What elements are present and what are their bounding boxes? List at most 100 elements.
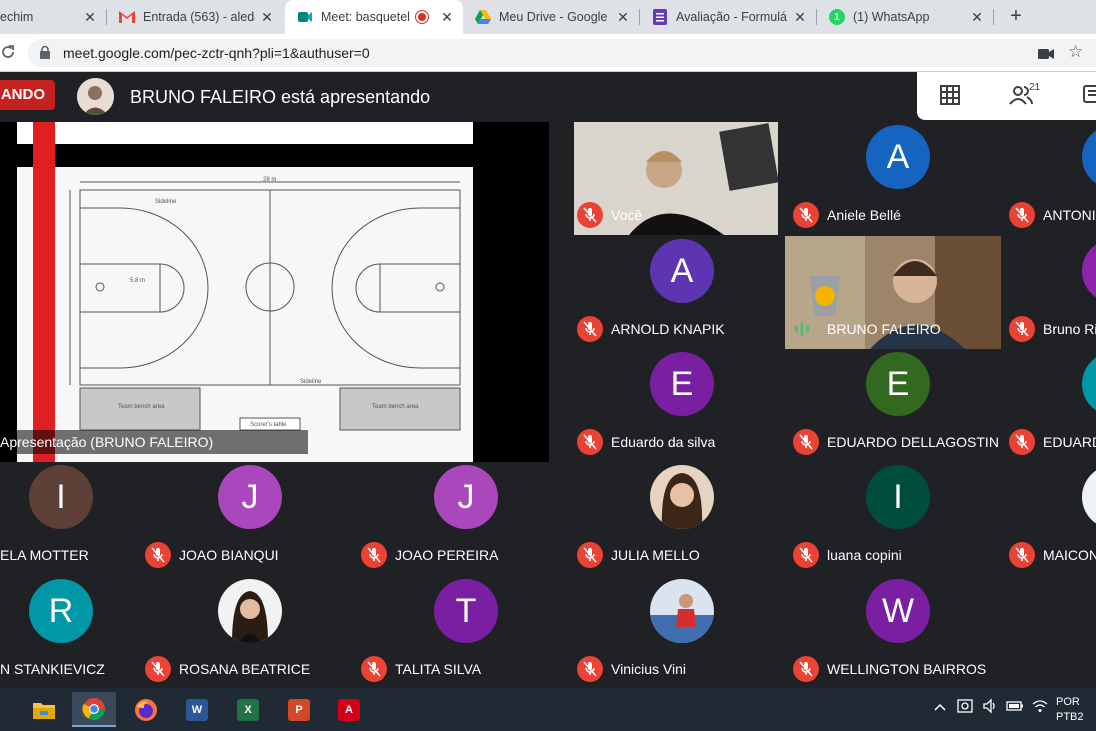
participant-name: ANTONIO [1043,207,1096,223]
participant-count: 21 [1029,82,1041,93]
participant-tile-self[interactable]: Você [574,122,790,235]
close-tab-icon[interactable]: ✕ [615,9,631,25]
participant-tile[interactable]: Vinicius Vini [574,576,790,689]
participant-name: N STANKIEVICZ [0,661,105,677]
participant-name: ROSANA BEATRICE [179,661,311,677]
firefox-icon[interactable] [124,692,168,727]
avatar [1082,465,1096,529]
excel-icon[interactable]: X [226,692,270,727]
tab-drive[interactable]: Meu Drive - Google ✕ [463,0,639,34]
muted-mic-icon [1009,429,1035,455]
grid-layout-icon[interactable] [939,84,961,111]
participant-name: Vinicius Vini [611,661,686,677]
lock-icon[interactable] [40,45,50,59]
participant-tile[interactable]: J JOAO PEREIRA [358,462,574,575]
participant-tile[interactable]: ROSANA BEATRICE [142,576,358,689]
tab-meet[interactable]: Meet: basquetel ✕ [285,0,463,34]
participant-tile[interactable]: MAICON [1006,462,1096,575]
tab-title: echim [0,10,34,24]
avatar: R [29,579,93,643]
whatsapp-badge: 1 [834,11,840,23]
input-language[interactable]: POR PTB2 [1056,695,1084,725]
tab-1[interactable]: echim ✕ [0,0,106,34]
close-tab-icon[interactable]: ✕ [792,9,808,25]
participant-tile[interactable]: A ANTONIO [1006,122,1096,235]
participant-tile[interactable]: B Bruno Ri [1006,236,1096,349]
avatar: W [866,579,930,643]
avatar: E [650,352,714,416]
avatar [218,579,282,643]
participant-name: BRUNO FALEIRO [827,321,941,337]
muted-mic-icon [145,656,171,682]
tab-title: Entrada (563) - aleda [143,10,255,24]
reload-icon[interactable] [0,44,16,65]
svg-text:5.8 m: 5.8 m [130,278,145,284]
participant-name: MAICON [1043,547,1096,563]
close-tab-icon[interactable]: ✕ [259,9,275,25]
muted-mic-icon [1009,202,1035,228]
camera-in-use-icon[interactable] [1038,47,1054,59]
chrome-icon[interactable] [72,692,116,727]
close-tab-icon[interactable]: ✕ [969,9,985,25]
bookmark-star-icon[interactable]: ☆ [1068,42,1083,62]
close-tab-icon[interactable]: ✕ [82,9,98,25]
new-tab-button[interactable]: + [1004,5,1028,29]
drive-icon [475,9,491,25]
battery-icon[interactable] [1006,699,1024,716]
participant-name: JOAO BIANQUI [179,547,279,563]
chat-icon[interactable] [1083,84,1096,111]
muted-mic-icon [361,656,387,682]
avatar: E [1082,352,1096,416]
acrobat-icon[interactable]: A [327,692,371,727]
muted-mic-icon [577,656,603,682]
url-text[interactable]: meet.google.com/pec-zctr-qnh?pli=1&authu… [63,45,370,61]
gmail-icon [119,9,135,25]
wifi-icon[interactable] [1032,699,1048,716]
participant-tile[interactable]: E EDUARD [1006,349,1096,462]
file-explorer-icon[interactable] [22,692,66,727]
tab-whatsapp[interactable]: 1 (1) WhatsApp ✕ [817,0,993,34]
participant-name: ELA MOTTER [0,547,89,563]
recording-icon [416,11,428,23]
avatar [650,465,714,529]
participant-tile[interactable]: JULIA MELLO [574,462,790,575]
security-icon[interactable] [957,698,973,717]
whatsapp-icon: 1 [829,9,845,25]
participant-tile[interactable]: T TALITA SILVA [358,576,574,689]
presentation-screen[interactable]: Team bench area Team bench area Scorer's… [0,122,549,462]
omnibox[interactable]: meet.google.com/pec-zctr-qnh?pli=1&authu… [28,39,1096,67]
muted-mic-icon [577,202,603,228]
avatar: J [218,465,282,529]
svg-text:Sideline: Sideline [300,379,322,385]
participant-name: luana copini [827,547,902,563]
avatar: B [1082,239,1096,303]
volume-icon[interactable] [982,698,998,717]
language-code: POR [1056,696,1080,708]
participant-tile[interactable]: J JOAO BIANQUI [142,462,358,575]
word-icon[interactable]: W [175,692,219,727]
close-tab-icon[interactable]: ✕ [439,9,455,25]
participant-name: TALITA SILVA [395,661,482,677]
participant-tile[interactable]: I luana copini [790,462,1006,575]
chevron-up-icon[interactable] [934,700,946,715]
avatar: I [29,465,93,529]
avatar: A [650,239,714,303]
tab-gmail[interactable]: Entrada (563) - aleda ✕ [107,0,283,34]
keyboard-layout: PTB2 [1056,711,1084,723]
participant-tile-speaker[interactable]: BRUNO FALEIRO [785,236,1001,349]
presenter-title: BRUNO FALEIRO está apresentando [130,87,431,107]
muted-mic-icon [577,542,603,568]
muted-mic-icon [793,656,819,682]
participant-tile[interactable]: A Aniele Bellé [790,122,1006,235]
svg-text:Team bench area: Team bench area [118,404,165,410]
powerpoint-icon[interactable]: P [277,692,321,727]
browser-tab-bar: echim ✕ Entrada (563) - aleda ✕ Meet: ba… [0,0,1096,34]
meet-header: ANDO BRUNO FALEIRO está apresentando 21 [0,72,1096,122]
participant-tile[interactable]: A ARNOLD KNAPIK [574,236,790,349]
participant-tile[interactable]: E Eduardo da silva [574,349,790,462]
participant-tile[interactable]: E EDUARDO DELLAGOSTIN [790,349,1006,462]
participant-tile[interactable]: W WELLINGTON BAIRROS [790,576,1006,689]
participant-name: EDUARD [1043,434,1096,450]
svg-text:Sideline: Sideline [155,199,177,205]
tab-forms[interactable]: Avaliação - Formulá ✕ [640,0,816,34]
